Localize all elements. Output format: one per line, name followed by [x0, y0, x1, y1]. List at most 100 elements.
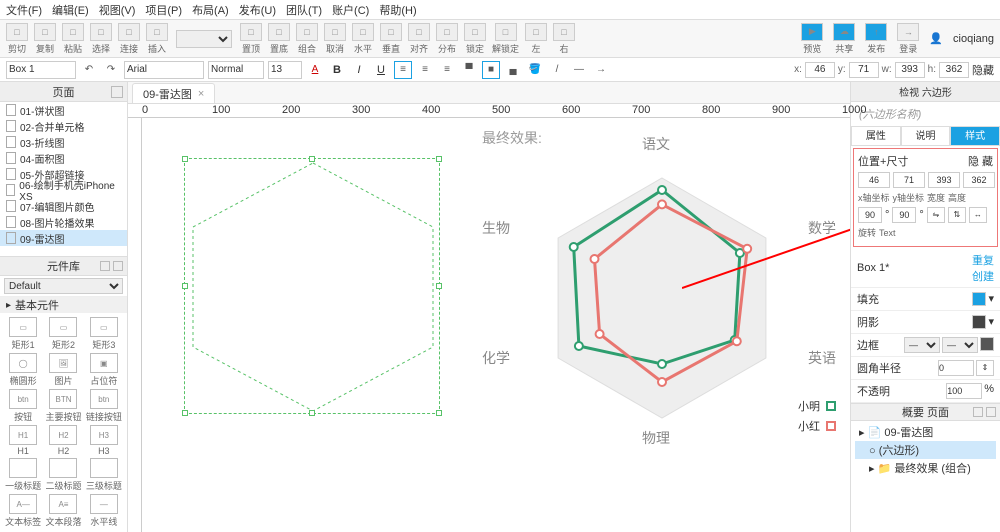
create-link[interactable]: 创建	[972, 271, 994, 283]
resize-handle[interactable]	[309, 156, 315, 162]
size-select[interactable]	[268, 61, 302, 79]
line-style-icon[interactable]: —	[570, 61, 588, 79]
widget-item[interactable]: A≡文本段落	[44, 494, 82, 528]
align-left-icon[interactable]: ≡	[394, 61, 412, 79]
page-item[interactable]: 09-雷达图	[0, 230, 127, 246]
tab-active[interactable]: 09-雷达图×	[132, 83, 215, 103]
publish-icon[interactable]: ↑	[865, 23, 887, 41]
outline-filter-icon[interactable]	[973, 407, 983, 417]
widget-item[interactable]: btn链接按钮	[85, 389, 123, 423]
coord-y[interactable]	[849, 62, 879, 78]
page-item[interactable]: 06-绘制手机壳iPhone XS	[0, 182, 127, 198]
widget-item[interactable]: 🖼图片	[44, 353, 82, 387]
widget-item[interactable]: 一级标题	[4, 458, 42, 492]
border-width[interactable]: —	[942, 337, 978, 353]
rot-1[interactable]	[858, 207, 882, 223]
resize-handle[interactable]	[436, 410, 442, 416]
library-set-select[interactable]: Default	[4, 278, 123, 294]
underline-icon[interactable]: U	[372, 61, 390, 79]
resize-handle[interactable]	[182, 156, 188, 162]
widget-item[interactable]: ▭矩形1	[4, 317, 42, 351]
tool-icon[interactable]: □	[380, 23, 402, 41]
radius-input[interactable]	[938, 360, 974, 376]
opacity-input[interactable]	[946, 383, 982, 399]
tab-style[interactable]: 样式	[950, 126, 1000, 146]
autosize-icon[interactable]: ↔	[969, 207, 987, 223]
tool-icon[interactable]: □	[324, 23, 346, 41]
flip-h-icon[interactable]: ⇋	[927, 207, 945, 223]
menu-edit[interactable]: 编辑(E)	[52, 2, 89, 18]
arrow-icon[interactable]: →	[592, 61, 610, 79]
widget-item[interactable]: H1H1	[4, 425, 42, 456]
widget-item[interactable]: H2H2	[44, 425, 82, 456]
account-name[interactable]: cioqiang	[953, 33, 994, 45]
tab-props[interactable]: 属性	[851, 126, 901, 146]
align-center-icon[interactable]: ≡	[416, 61, 434, 79]
fill-swatch[interactable]	[972, 292, 986, 306]
tool-icon[interactable]: □	[296, 23, 318, 41]
menu-layout[interactable]: 布局(A)	[192, 2, 229, 18]
object-select[interactable]	[6, 61, 76, 79]
coord-h[interactable]	[939, 62, 969, 78]
library-group[interactable]: ▸ 基本元件	[0, 297, 127, 313]
resize-handle[interactable]	[182, 283, 188, 289]
menu-view[interactable]: 视图(V)	[99, 2, 136, 18]
box-name[interactable]: Box 1*	[857, 262, 889, 274]
resize-handle[interactable]	[309, 410, 315, 416]
widget-item[interactable]: ▭矩形2	[44, 317, 82, 351]
outline-root[interactable]: ▸ 📄 09-雷达图	[855, 423, 996, 441]
widget-item[interactable]: 二级标题	[44, 458, 82, 492]
tool-icon[interactable]: □	[34, 23, 56, 41]
close-icon[interactable]: ×	[198, 88, 204, 100]
tab-notes[interactable]: 说明	[901, 126, 951, 146]
lib-search-icon[interactable]	[113, 261, 123, 271]
widget-item[interactable]: ◯椭圆形	[4, 353, 42, 387]
menu-file[interactable]: 文件(F)	[6, 2, 42, 18]
page-item[interactable]: 01-饼状图	[0, 102, 127, 118]
pos-y[interactable]	[893, 172, 925, 188]
widget-item[interactable]: A—文本标签	[4, 494, 42, 528]
preview-icon[interactable]: ▶	[801, 23, 823, 41]
bold-icon[interactable]: B	[328, 61, 346, 79]
lib-settings-icon[interactable]	[100, 261, 110, 271]
valign-bot-icon[interactable]: ▄	[504, 61, 522, 79]
pos-x[interactable]	[858, 172, 890, 188]
share-icon[interactable]: ☁	[833, 23, 855, 41]
align-right-icon[interactable]: ≡	[438, 61, 456, 79]
pos-w[interactable]	[928, 172, 960, 188]
page-item[interactable]: 04-面积图	[0, 150, 127, 166]
tool-icon[interactable]: □	[553, 23, 575, 41]
widget-item[interactable]: ▣占位符	[85, 353, 123, 387]
fill-icon[interactable]: 🪣	[526, 61, 544, 79]
widget-item[interactable]: —水平线	[85, 494, 123, 528]
page-item[interactable]: 02-合并单元格	[0, 118, 127, 134]
selection-hexagon[interactable]	[184, 158, 440, 414]
tool-icon[interactable]: □	[146, 23, 168, 41]
shadow-swatch[interactable]	[972, 315, 986, 329]
coord-x[interactable]	[805, 62, 835, 78]
tool-icon[interactable]: □	[90, 23, 112, 41]
tool-icon[interactable]: □	[118, 23, 140, 41]
flip-v-icon[interactable]: ⇅	[948, 207, 966, 223]
widget-item[interactable]: H3H3	[85, 425, 123, 456]
menu-publish[interactable]: 发布(U)	[239, 2, 276, 18]
rot-2[interactable]	[892, 207, 916, 223]
menu-help[interactable]: 帮助(H)	[379, 2, 416, 18]
page-item[interactable]: 03-折线图	[0, 134, 127, 150]
resize-handle[interactable]	[436, 283, 442, 289]
pages-add-icon[interactable]	[111, 86, 123, 98]
weight-select[interactable]	[208, 61, 264, 79]
valign-top-icon[interactable]: ▀	[460, 61, 478, 79]
tool-icon[interactable]: □	[62, 23, 84, 41]
tool-icon[interactable]: □	[436, 23, 458, 41]
hide-link[interactable]: 隐 藏	[968, 153, 993, 169]
pos-h[interactable]	[963, 172, 995, 188]
menu-team[interactable]: 团队(T)	[286, 2, 322, 18]
zoom-select[interactable]: 125%	[176, 30, 232, 48]
login-icon[interactable]: →	[897, 23, 919, 41]
resize-handle[interactable]	[182, 410, 188, 416]
widget-item[interactable]: BTN主要按钮	[44, 389, 82, 423]
hide-button[interactable]: 隐藏	[972, 62, 994, 78]
tool-icon[interactable]: □	[352, 23, 374, 41]
redo-icon[interactable]: ↷	[102, 61, 120, 79]
